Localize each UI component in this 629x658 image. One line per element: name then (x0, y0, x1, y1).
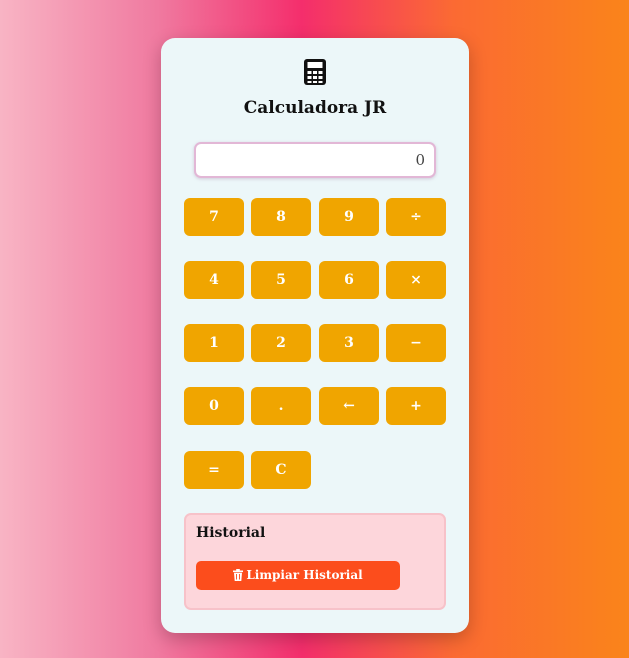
clear-history-button[interactable]: Limpiar Historial (196, 561, 400, 590)
key-add[interactable]: + (386, 387, 446, 425)
history-title: Historial (196, 525, 266, 541)
calculator-icon (304, 59, 326, 85)
clear-history-label: Limpiar Historial (246, 568, 363, 582)
key-equals[interactable]: = (184, 451, 244, 489)
calculator-card: Calculadora JR 0 7 8 9 ÷ 4 5 6 × 1 2 3 −… (161, 38, 469, 633)
key-4[interactable]: 4 (184, 261, 244, 299)
key-7[interactable]: 7 (184, 198, 244, 236)
key-1[interactable]: 1 (184, 324, 244, 362)
history-panel: Historial Limpiar Historial (184, 513, 446, 610)
key-clear[interactable]: C (251, 451, 311, 489)
key-9[interactable]: 9 (319, 198, 379, 236)
calculator-display[interactable]: 0 (194, 142, 436, 178)
app-title: Calculadora JR (243, 98, 387, 118)
key-divide[interactable]: ÷ (386, 198, 446, 236)
key-0[interactable]: 0 (184, 387, 244, 425)
key-backspace[interactable]: ← (319, 387, 379, 425)
key-6[interactable]: 6 (319, 261, 379, 299)
key-3[interactable]: 3 (319, 324, 379, 362)
key-multiply[interactable]: × (386, 261, 446, 299)
key-subtract[interactable]: − (386, 324, 446, 362)
key-8[interactable]: 8 (251, 198, 311, 236)
key-decimal[interactable]: . (251, 387, 311, 425)
key-2[interactable]: 2 (251, 324, 311, 362)
trash-icon (233, 569, 244, 581)
key-5[interactable]: 5 (251, 261, 311, 299)
